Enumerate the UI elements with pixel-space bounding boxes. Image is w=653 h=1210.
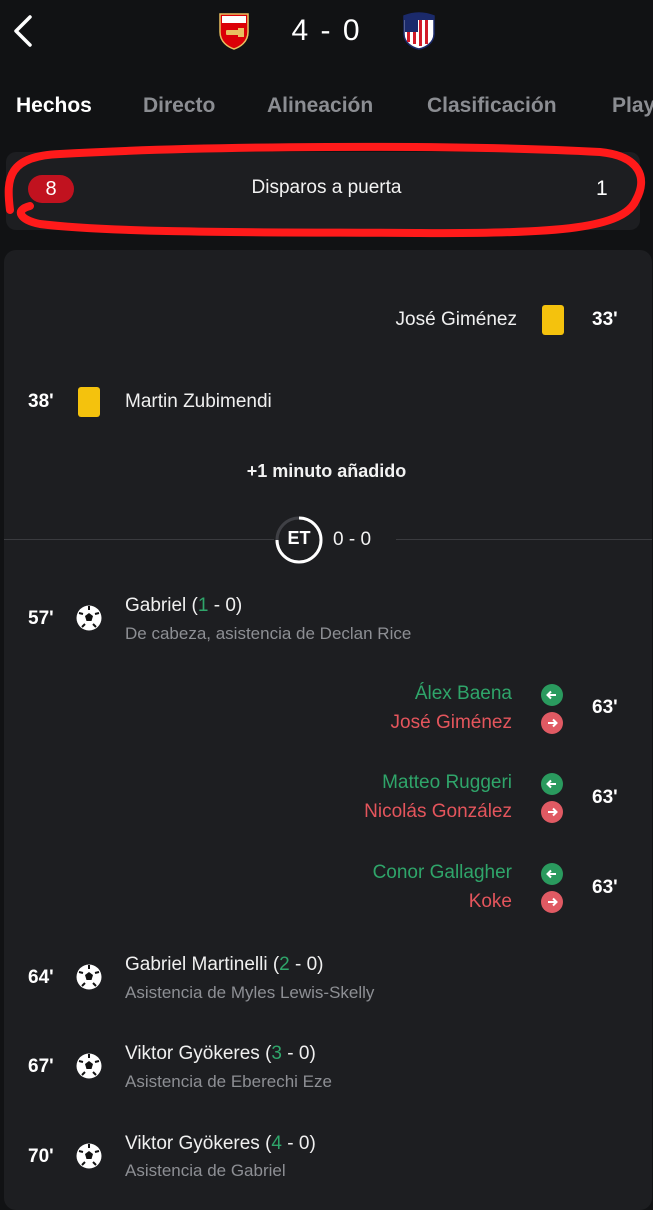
event-minute: 64' xyxy=(28,967,54,988)
sub-in-player: Matteo Ruggeri xyxy=(382,772,512,793)
stat-label: Disparos a puerta xyxy=(251,177,402,198)
tab-alineacion[interactable]: Alineación xyxy=(267,94,373,118)
event-minute: 63' xyxy=(592,697,618,718)
sub-in-arrow-icon xyxy=(541,863,563,885)
sub-in-arrow-icon xyxy=(541,684,563,706)
football-icon xyxy=(76,605,102,631)
card-player-name: José Giménez xyxy=(395,309,517,330)
card-player-name: Martin Zubimendi xyxy=(125,391,272,412)
event-minute: 38' xyxy=(28,391,54,412)
event-minute: 67' xyxy=(28,1056,54,1077)
match-score: 4 - 0 xyxy=(291,14,362,47)
yellow-card-icon xyxy=(542,305,564,335)
tab-clasificacion[interactable]: Clasificación xyxy=(427,94,557,118)
tab-play[interactable]: Play xyxy=(612,94,653,118)
goal-scorer: Viktor Gyökeres (3 - 0) xyxy=(125,1043,316,1064)
football-icon xyxy=(76,1143,102,1169)
divider xyxy=(396,539,652,540)
event-minute: 63' xyxy=(592,787,618,808)
goal-detail: Asistencia de Gabriel xyxy=(125,1161,286,1180)
goal-scorer: Gabriel Martinelli (2 - 0) xyxy=(125,954,324,975)
tab-hechos[interactable]: Hechos xyxy=(16,94,92,118)
goal-detail: Asistencia de Myles Lewis-Skelly xyxy=(125,983,375,1002)
sub-out-player: Nicolás González xyxy=(364,801,512,822)
sub-out-arrow-icon xyxy=(541,801,563,823)
sub-out-arrow-icon xyxy=(541,712,563,734)
sub-out-arrow-icon xyxy=(541,891,563,913)
sub-in-player: Álex Baena xyxy=(414,683,512,704)
tab-directo[interactable]: Directo xyxy=(143,94,215,118)
goal-scorer: Gabriel (1 - 0) xyxy=(125,595,243,616)
added-time-label: +1 minuto añadido xyxy=(246,461,407,481)
goal-detail: Asistencia de Eberechi Eze xyxy=(125,1072,332,1091)
sub-out-player: Koke xyxy=(468,891,512,912)
sub-in-player: Conor Gallagher xyxy=(372,862,512,883)
goal-scorer: Viktor Gyökeres (4 - 0) xyxy=(125,1133,316,1154)
et-score: 0 - 0 xyxy=(333,529,372,550)
football-icon xyxy=(76,964,102,990)
yellow-card-icon xyxy=(78,387,100,417)
event-minute: 57' xyxy=(28,608,54,629)
atletico-crest-icon xyxy=(403,12,435,50)
away-shots-value: 1 xyxy=(596,177,608,200)
sub-out-player: José Giménez xyxy=(390,712,512,733)
divider xyxy=(4,539,274,540)
sub-in-arrow-icon xyxy=(541,773,563,795)
event-minute: 70' xyxy=(28,1146,54,1167)
event-minute: 33' xyxy=(592,309,618,330)
goal-detail: De cabeza, asistencia de Declan Rice xyxy=(125,624,412,643)
et-badge-label: ET xyxy=(287,528,311,548)
football-icon xyxy=(76,1053,102,1079)
event-minute: 63' xyxy=(592,877,618,898)
